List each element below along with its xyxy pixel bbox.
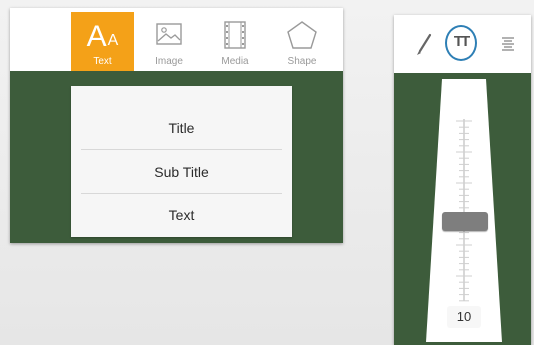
brush-button[interactable] (410, 27, 440, 61)
insert-toolbar: AA Text Image Media Shape (10, 8, 343, 71)
text-size-button[interactable]: TT (445, 25, 478, 61)
pentagon-icon (271, 18, 333, 56)
brush-icon (417, 33, 432, 55)
text-style-menu: Title Sub Title Text (71, 86, 292, 237)
format-panel: TT 10 (394, 15, 531, 345)
menu-item-title[interactable]: Title (71, 106, 292, 150)
insert-panel: AA Text Image Media Shape Title Sub Titl… (10, 8, 343, 243)
text-tool-label: Text (93, 56, 112, 67)
film-strip-icon (204, 18, 266, 56)
menu-item-text[interactable]: Text (71, 193, 292, 237)
text-aa-icon: AA (86, 20, 119, 53)
font-size-slider[interactable] (424, 79, 504, 342)
slider-thumb[interactable] (442, 212, 488, 231)
align-icon (502, 37, 514, 51)
font-size-value: 10 (447, 306, 481, 328)
screenshot-stage: AA Text Image Media Shape Title Sub Titl… (0, 0, 534, 345)
align-button[interactable] (496, 27, 526, 61)
menu-item-sub-title[interactable]: Sub Title (71, 150, 292, 194)
media-tool-button[interactable]: Media (204, 12, 266, 70)
text-tool-button[interactable]: AA Text (71, 12, 134, 71)
shape-tool-label: Shape (287, 56, 317, 67)
image-tool-label: Image (155, 56, 183, 67)
text-size-icon: TT (453, 33, 470, 50)
media-tool-label: Media (221, 56, 249, 67)
format-toolbar: TT (394, 15, 531, 73)
image-icon (138, 18, 200, 56)
shape-tool-button[interactable]: Shape (271, 12, 333, 70)
image-tool-button[interactable]: Image (138, 12, 200, 70)
